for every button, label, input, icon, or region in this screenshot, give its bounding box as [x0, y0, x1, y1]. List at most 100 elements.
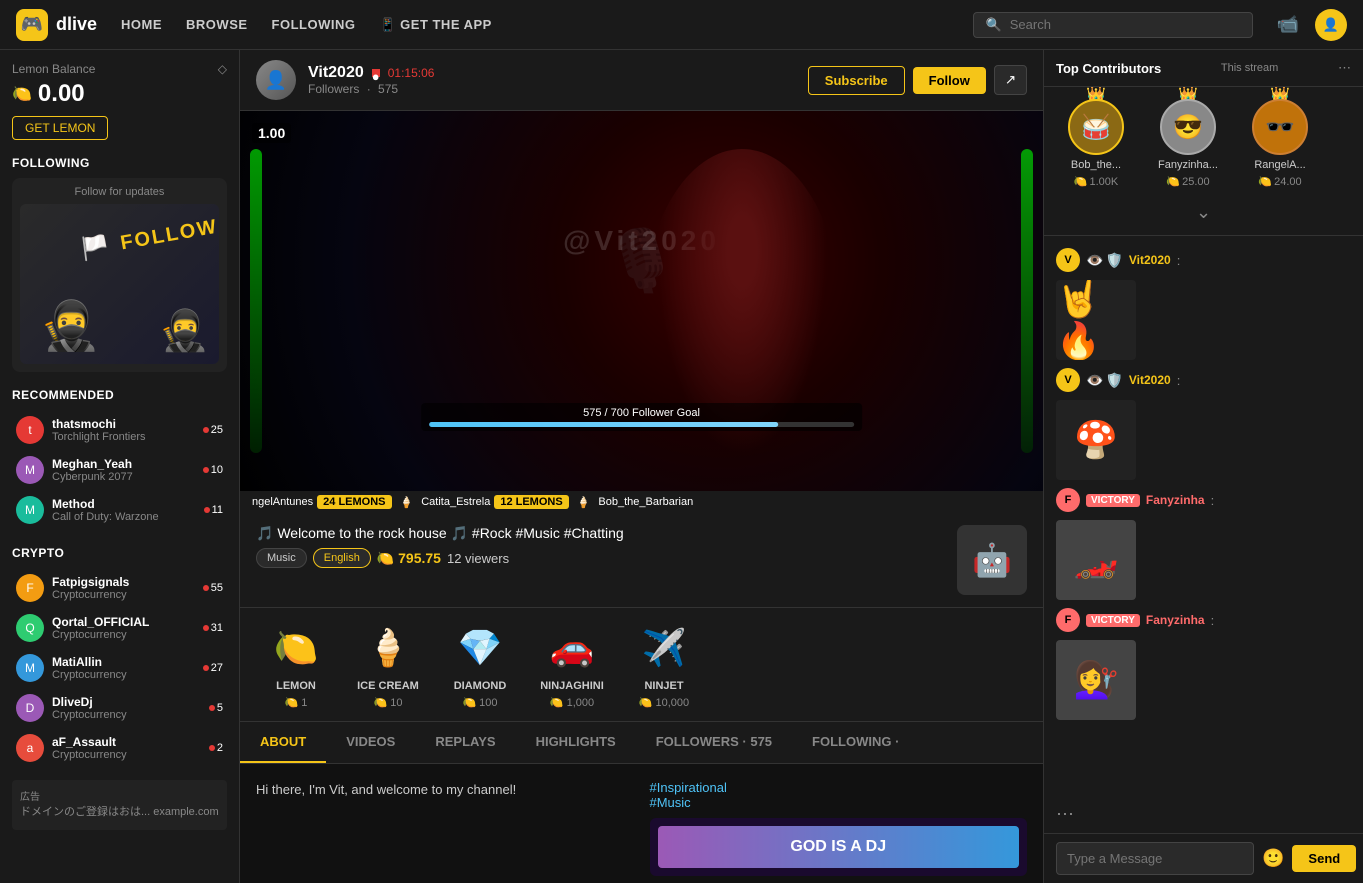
crypto-count: 5 [209, 702, 223, 714]
stream-header: 👤 Vit2020 ● 01:15:06 Followers · 575 Sub… [240, 50, 1043, 111]
chat-image-car: 🏎️ [1056, 520, 1136, 600]
right-sidebar: Top Contributors This stream ⋯ 👑 🥁 Bob_t… [1043, 50, 1363, 883]
main-layout: Lemon Balance ◇ 🍋 0.00 GET LEMON Followi… [0, 50, 1363, 883]
stream-tabs: ABOUT VIDEOS REPLAYS HIGHLIGHTS FOLLOWER… [240, 722, 1043, 764]
crypto-game: Cryptocurrency [52, 669, 195, 681]
tab-about[interactable]: ABOUT [240, 722, 326, 763]
subscribe-button[interactable]: Subscribe [808, 66, 905, 95]
victory-badge: VICTORY [1086, 494, 1140, 507]
get-lemon-button[interactable]: GET LEMON [12, 116, 108, 140]
nav-home[interactable]: HOME [121, 17, 162, 32]
crypto-game: Cryptocurrency [52, 589, 195, 601]
live-dot [203, 585, 209, 591]
search-icon: 🔍 [986, 17, 1002, 33]
tab-following--[interactable]: FOLLOWING · [792, 722, 919, 763]
contributor-item-RangelA...: 👑 🕶️ RangelA... 🍋 24.00 [1240, 99, 1320, 188]
chat-input[interactable] [1056, 842, 1254, 875]
mic-icon: 🎙️ [604, 225, 679, 296]
recommended-streamer-item[interactable]: M Method Call of Duty: Warzone 11 [12, 490, 227, 530]
nav-following[interactable]: FOLLOWING [272, 17, 356, 32]
crypto-streamer-item[interactable]: M MatiAllin Cryptocurrency 27 [12, 648, 227, 688]
crypto-info: Qortal_OFFICIAL Cryptocurrency [52, 615, 195, 641]
share-button[interactable]: ↗ [994, 65, 1027, 95]
search-bar: 🔍 [973, 12, 1253, 38]
gift-item-diamond[interactable]: 💎 DIAMOND 🍋 100 [440, 620, 520, 709]
more-contributors: ⌄ [1044, 200, 1363, 231]
streamer-game: Torchlight Frontiers [52, 431, 195, 443]
top-navigation: 🎮 dlive HOME BROWSE FOLLOWING 📱 GET THE … [0, 0, 1363, 50]
crypto-count: 2 [209, 742, 223, 754]
crypto-avatar-aF_Assault: a [16, 734, 44, 762]
tab-highlights[interactable]: HIGHLIGHTS [516, 722, 636, 763]
viewers-count: 12 viewers [447, 551, 509, 566]
crypto-streamer-item[interactable]: D DliveDj Cryptocurrency 5 [12, 688, 227, 728]
gift-name: NINJAGHINI [540, 680, 604, 692]
recommended-streamer-item[interactable]: M Meghan_Yeah Cyberpunk 2077 10 [12, 450, 227, 490]
donor-name-1: ngelAntunes [252, 496, 313, 508]
chat-username[interactable]: Vit2020 [1129, 253, 1171, 267]
contributor-name: Fanyzinha... [1148, 159, 1228, 171]
gift-icon: 🍦 [360, 620, 416, 676]
streamer-info: thatsmochi Torchlight Frontiers [52, 417, 195, 443]
lemon-icon-small: 🍋 [1074, 175, 1088, 188]
live-dot [209, 705, 215, 711]
stream-actions: Subscribe Follow ↗ [808, 65, 1027, 95]
follow-button[interactable]: Follow [913, 67, 986, 94]
ad-banner[interactable]: 広告 ドメインのご登録はおは... example.com [12, 780, 227, 830]
video-player[interactable]: 1.00 @Vit2020 🎙️ 575 / 700 Follower Goal [240, 111, 1043, 491]
badge-mod: 🛡️ [1105, 252, 1122, 269]
gift-item-ninjaghini[interactable]: 🚗 NINJAGHINI 🍋 1,000 [532, 620, 612, 709]
ad-text: ドメインのご登録はおは... example.com [20, 803, 219, 819]
crypto-streamer-item[interactable]: Q Qortal_OFFICIAL Cryptocurrency 31 [12, 608, 227, 648]
streamer-info: Method Call of Duty: Warzone [52, 497, 196, 523]
follower-goal-fill [429, 422, 778, 427]
contributor-avatar: 🕶️ [1252, 99, 1308, 155]
tag-music[interactable]: Music [256, 548, 307, 568]
chat-badges: 👁️🛡️ [1086, 372, 1123, 389]
chevron-down-icon[interactable]: ⌄ [1196, 202, 1211, 222]
search-input[interactable] [1010, 17, 1240, 32]
tag-english[interactable]: English [313, 548, 371, 568]
gift-price: 🍋 100 [462, 696, 497, 709]
crypto-streamer-item[interactable]: F Fatpigsignals Cryptocurrency 55 [12, 568, 227, 608]
tab-followers------[interactable]: FOLLOWERS · 575 [636, 722, 792, 763]
video-preview: GOD IS A DJ [650, 818, 1028, 876]
recommended-streamer-item[interactable]: t thatsmochi Torchlight Frontiers 25 [12, 410, 227, 450]
tab-replays[interactable]: REPLAYS [415, 722, 515, 763]
chat-username[interactable]: Vit2020 [1129, 373, 1171, 387]
gift-coin-icon: 🍋 [550, 696, 564, 709]
nav-browse[interactable]: BROWSE [186, 17, 248, 32]
chat-image-mushroom: 🍄 [1056, 400, 1136, 480]
gift-price: 🍋 1 [285, 696, 308, 709]
crypto-streamer-item[interactable]: a aF_Assault Cryptocurrency 2 [12, 728, 227, 768]
gifts-row: 🍋 LEMON 🍋 1 🍦 ICE CREAM 🍋 10 💎 DIAMOND 🍋… [240, 608, 1043, 722]
victory-badge: VICTORY [1086, 614, 1140, 627]
emoji-button[interactable]: 🙂 [1262, 848, 1284, 869]
chat-image-hair_girl: 💇‍♀️ [1056, 640, 1136, 720]
gift-item-ice-cream[interactable]: 🍦 ICE CREAM 🍋 10 [348, 620, 428, 709]
nav-get-app[interactable]: 📱 GET THE APP [379, 17, 491, 33]
logo[interactable]: 🎮 dlive [16, 9, 97, 41]
streamer-game: Call of Duty: Warzone [52, 511, 196, 523]
chat-options-button[interactable]: ⋯ [1056, 804, 1074, 825]
stream-label[interactable]: This stream [1221, 62, 1278, 74]
gift-coin-icon: 🍋 [462, 696, 476, 709]
crypto-name: Fatpigsignals [52, 575, 195, 589]
live-dot [209, 745, 215, 751]
followers-count: 575 [378, 82, 398, 96]
send-button[interactable]: Send [1292, 845, 1356, 872]
neon-left [250, 149, 262, 453]
gift-item-ninjet[interactable]: ✈️ NINJET 🍋 10,000 [624, 620, 704, 709]
gift-price: 🍋 10 [374, 696, 403, 709]
camera-icon[interactable]: 📹 [1277, 14, 1299, 35]
chat-username[interactable]: Fanyzinha [1146, 493, 1205, 507]
user-avatar-nav[interactable]: 👤 [1315, 9, 1347, 41]
tab-videos[interactable]: VIDEOS [326, 722, 415, 763]
more-options-icon[interactable]: ⋯ [1338, 60, 1351, 76]
chat-badges: VICTORY [1086, 494, 1140, 507]
contributors-grid: 👑 🥁 Bob_the... 🍋 1.00K 👑 😎 Fanyzinha... [1044, 87, 1363, 200]
chat-username[interactable]: Fanyzinha [1146, 613, 1205, 627]
gift-item-lemon[interactable]: 🍋 LEMON 🍋 1 [256, 620, 336, 709]
contributors-title: Top Contributors [1056, 61, 1161, 76]
contributor-avatar: 😎 [1160, 99, 1216, 155]
